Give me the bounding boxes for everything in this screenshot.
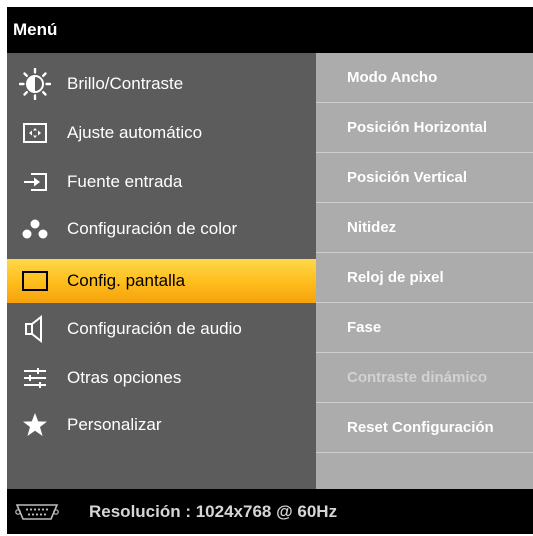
input-source-icon — [13, 160, 57, 204]
menu-item-label: Personalizar — [67, 415, 162, 434]
menu-item-input-source[interactable]: Fuente entrada — [7, 160, 316, 204]
submenu-panel: Modo Ancho Posición Horizontal Posición … — [316, 53, 533, 489]
resolution-readout: Resolución : 1024x768 @ 60Hz — [89, 501, 338, 521]
submenu-item-reset-settings[interactable]: Reset Configuración — [316, 403, 533, 453]
menu-item-personalize[interactable]: Personalizar — [7, 403, 316, 447]
color-dots-icon — [13, 207, 57, 251]
menu-item-label: Configuración de color — [67, 219, 238, 238]
menu-item-label: Brillo/Contraste — [67, 74, 184, 93]
menu-item-label: Otras opciones — [67, 368, 182, 387]
menu-item-label: Fuente entrada — [67, 172, 183, 191]
submenu-item-phase[interactable]: Fase — [316, 303, 533, 353]
menu-item-audio-settings[interactable]: Configuración de audio — [7, 307, 316, 351]
status-bar: Resolución : 1024x768 @ 60Hz — [7, 489, 533, 534]
menu-item-label: Configuración de audio — [67, 319, 242, 338]
menu-item-other-options[interactable]: Otras opciones — [7, 356, 316, 400]
submenu-item-pixel-clock[interactable]: Reloj de pixel — [316, 253, 533, 303]
submenu-item-dynamic-contrast: Contraste dinámico — [316, 353, 533, 403]
brightness-icon — [13, 62, 57, 106]
menu-item-label: Ajuste automático — [67, 123, 203, 142]
submenu-item-wide-mode[interactable]: Modo Ancho — [316, 53, 533, 103]
star-icon — [13, 403, 57, 447]
sliders-icon — [13, 356, 57, 400]
main-menu: Brillo/Contraste Ajuste automático Fuent… — [7, 53, 316, 489]
auto-adjust-icon — [13, 111, 57, 155]
display-icon — [13, 259, 57, 303]
osd-menu: Menú Brillo/Contraste Ajuste automático … — [7, 7, 533, 534]
menu-item-label: Config. pantalla — [67, 271, 186, 290]
submenu-item-sharpness[interactable]: Nitidez — [316, 203, 533, 253]
vga-connector-icon — [15, 501, 59, 523]
menu-title: Menú — [7, 7, 533, 53]
menu-item-auto-adjust[interactable]: Ajuste automático — [7, 111, 316, 155]
menu-item-brightness-contrast[interactable]: Brillo/Contraste — [7, 62, 316, 106]
menu-item-color-settings[interactable]: Configuración de color — [7, 207, 316, 251]
submenu-item-horizontal-position[interactable]: Posición Horizontal — [316, 103, 533, 153]
speaker-icon — [13, 307, 57, 351]
submenu-item-vertical-position[interactable]: Posición Vertical — [316, 153, 533, 203]
menu-item-display-settings[interactable]: Config. pantalla — [7, 259, 316, 303]
